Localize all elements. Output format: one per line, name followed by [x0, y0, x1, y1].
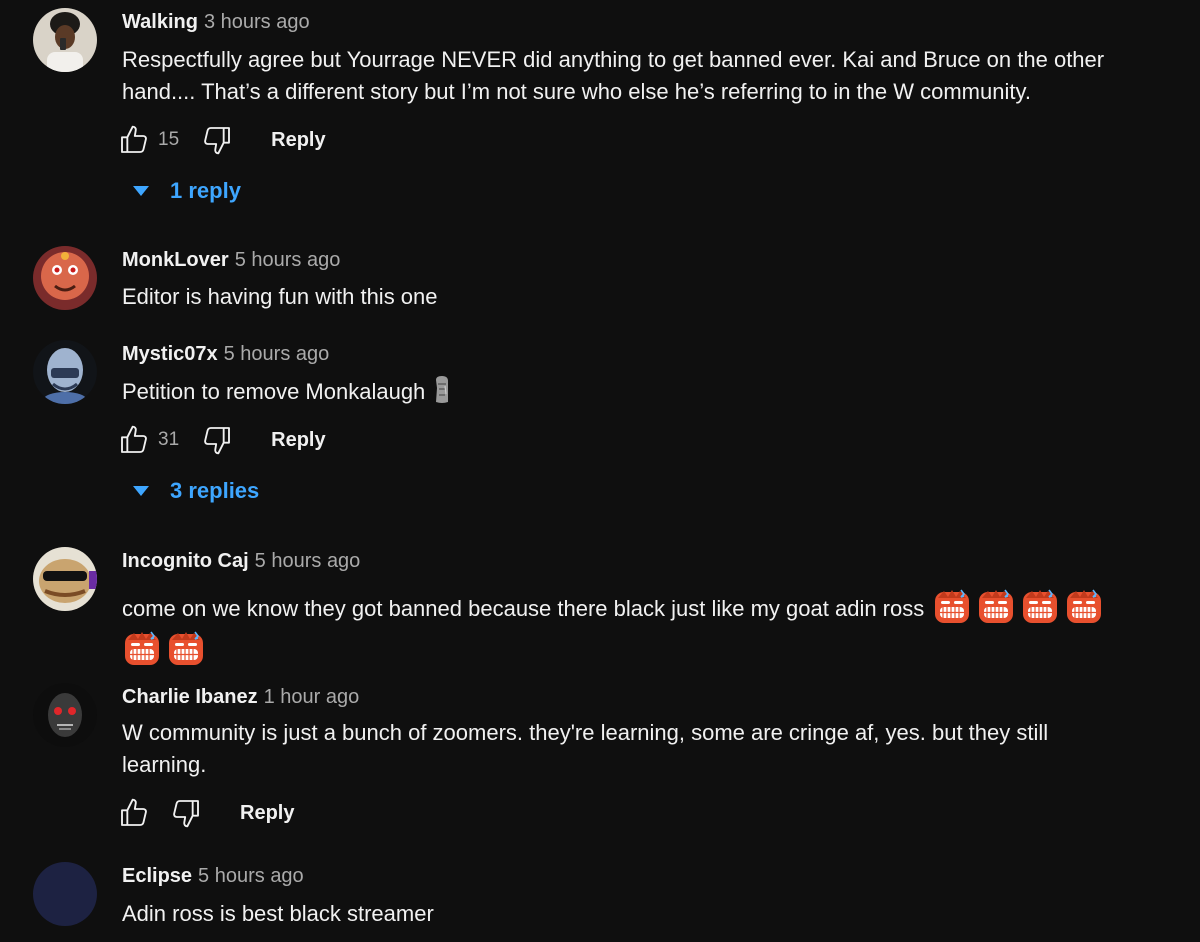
comment-header: Incognito Caj 5 hours ago	[122, 548, 360, 574]
comment-text-row: Petition to remove Monkalaugh	[122, 376, 1122, 408]
like-count: 15	[158, 129, 180, 150]
comment-actions: 31 Reply	[118, 420, 326, 460]
thumbs-down-icon[interactable]	[201, 424, 233, 456]
thumbs-up-icon[interactable]	[118, 797, 150, 829]
author-name[interactable]: Incognito Caj	[122, 550, 249, 572]
face-with-symbols-emoji	[932, 586, 972, 626]
thumbs-up-icon[interactable]	[118, 124, 150, 156]
timestamp[interactable]: 5 hours ago	[235, 249, 341, 271]
comment-text: Editor is having fun with this one	[122, 284, 438, 309]
comments-section: Walking 3 hours ago Respectfully agree bu…	[0, 0, 1200, 942]
comment-text: come on we know they got banned because …	[122, 596, 925, 621]
author-name[interactable]: Walking	[122, 11, 198, 33]
comment-text: Respectfully agree but Yourrage NEVER di…	[122, 47, 1105, 104]
avatar[interactable]	[33, 683, 97, 747]
comment-header: MonkLover 5 hours ago	[122, 247, 340, 273]
avatar[interactable]	[33, 246, 97, 310]
thumbs-down-icon[interactable]	[170, 797, 202, 829]
comment-header: Walking 3 hours ago	[122, 9, 310, 35]
comment-text: Adin ross is best black streamer	[122, 901, 434, 926]
comment-actions: Reply	[118, 793, 294, 833]
timestamp[interactable]: 1 hour ago	[264, 686, 360, 708]
comment-text: Petition to remove Monkalaugh	[122, 379, 426, 404]
moai-emoji	[433, 376, 451, 404]
thumbs-down-icon[interactable]	[201, 124, 233, 156]
avatar[interactable]	[33, 547, 97, 611]
timestamp[interactable]: 5 hours ago	[224, 343, 330, 365]
reply-button[interactable]: Reply	[240, 802, 294, 825]
timestamp[interactable]: 5 hours ago	[198, 865, 304, 887]
thumbs-up-icon[interactable]	[118, 424, 150, 456]
avatar[interactable]	[33, 340, 97, 404]
comment-emoji-row	[122, 628, 1122, 668]
view-replies-button[interactable]: 3 replies	[132, 478, 259, 504]
face-with-symbols-emoji	[1064, 586, 1104, 626]
caret-down-icon	[133, 186, 149, 196]
comment-header: Eclipse 5 hours ago	[122, 863, 304, 889]
face-with-symbols-emoji	[1020, 586, 1060, 626]
face-with-symbols-emoji	[122, 628, 162, 668]
timestamp[interactable]: 3 hours ago	[204, 11, 310, 33]
author-name[interactable]: Charlie Ibanez	[122, 686, 258, 708]
view-replies-button[interactable]: 1 reply	[132, 178, 241, 204]
replies-count-label: 3 replies	[170, 478, 260, 503]
timestamp[interactable]: 5 hours ago	[255, 550, 361, 572]
reply-button[interactable]: Reply	[271, 429, 325, 452]
comment-text-row: come on we know they got banned because …	[122, 586, 1122, 626]
reply-button[interactable]: Reply	[271, 129, 325, 152]
comment-actions: 15 Reply	[118, 120, 326, 160]
like-count: 31	[158, 429, 180, 450]
author-name[interactable]: Eclipse	[122, 865, 192, 887]
comment-text: W community is just a bunch of zoomers. …	[122, 720, 1049, 777]
face-with-symbols-emoji	[976, 586, 1016, 626]
comment-header: Mystic07x 5 hours ago	[122, 341, 329, 367]
caret-down-icon	[133, 486, 149, 496]
comment-header: Charlie Ibanez 1 hour ago	[122, 684, 359, 710]
replies-count-label: 1 reply	[170, 178, 241, 203]
author-name[interactable]: Mystic07x	[122, 343, 218, 365]
avatar[interactable]	[33, 862, 97, 926]
avatar[interactable]	[33, 8, 97, 72]
author-name[interactable]: MonkLover	[122, 249, 229, 271]
face-with-symbols-emoji	[166, 628, 206, 668]
